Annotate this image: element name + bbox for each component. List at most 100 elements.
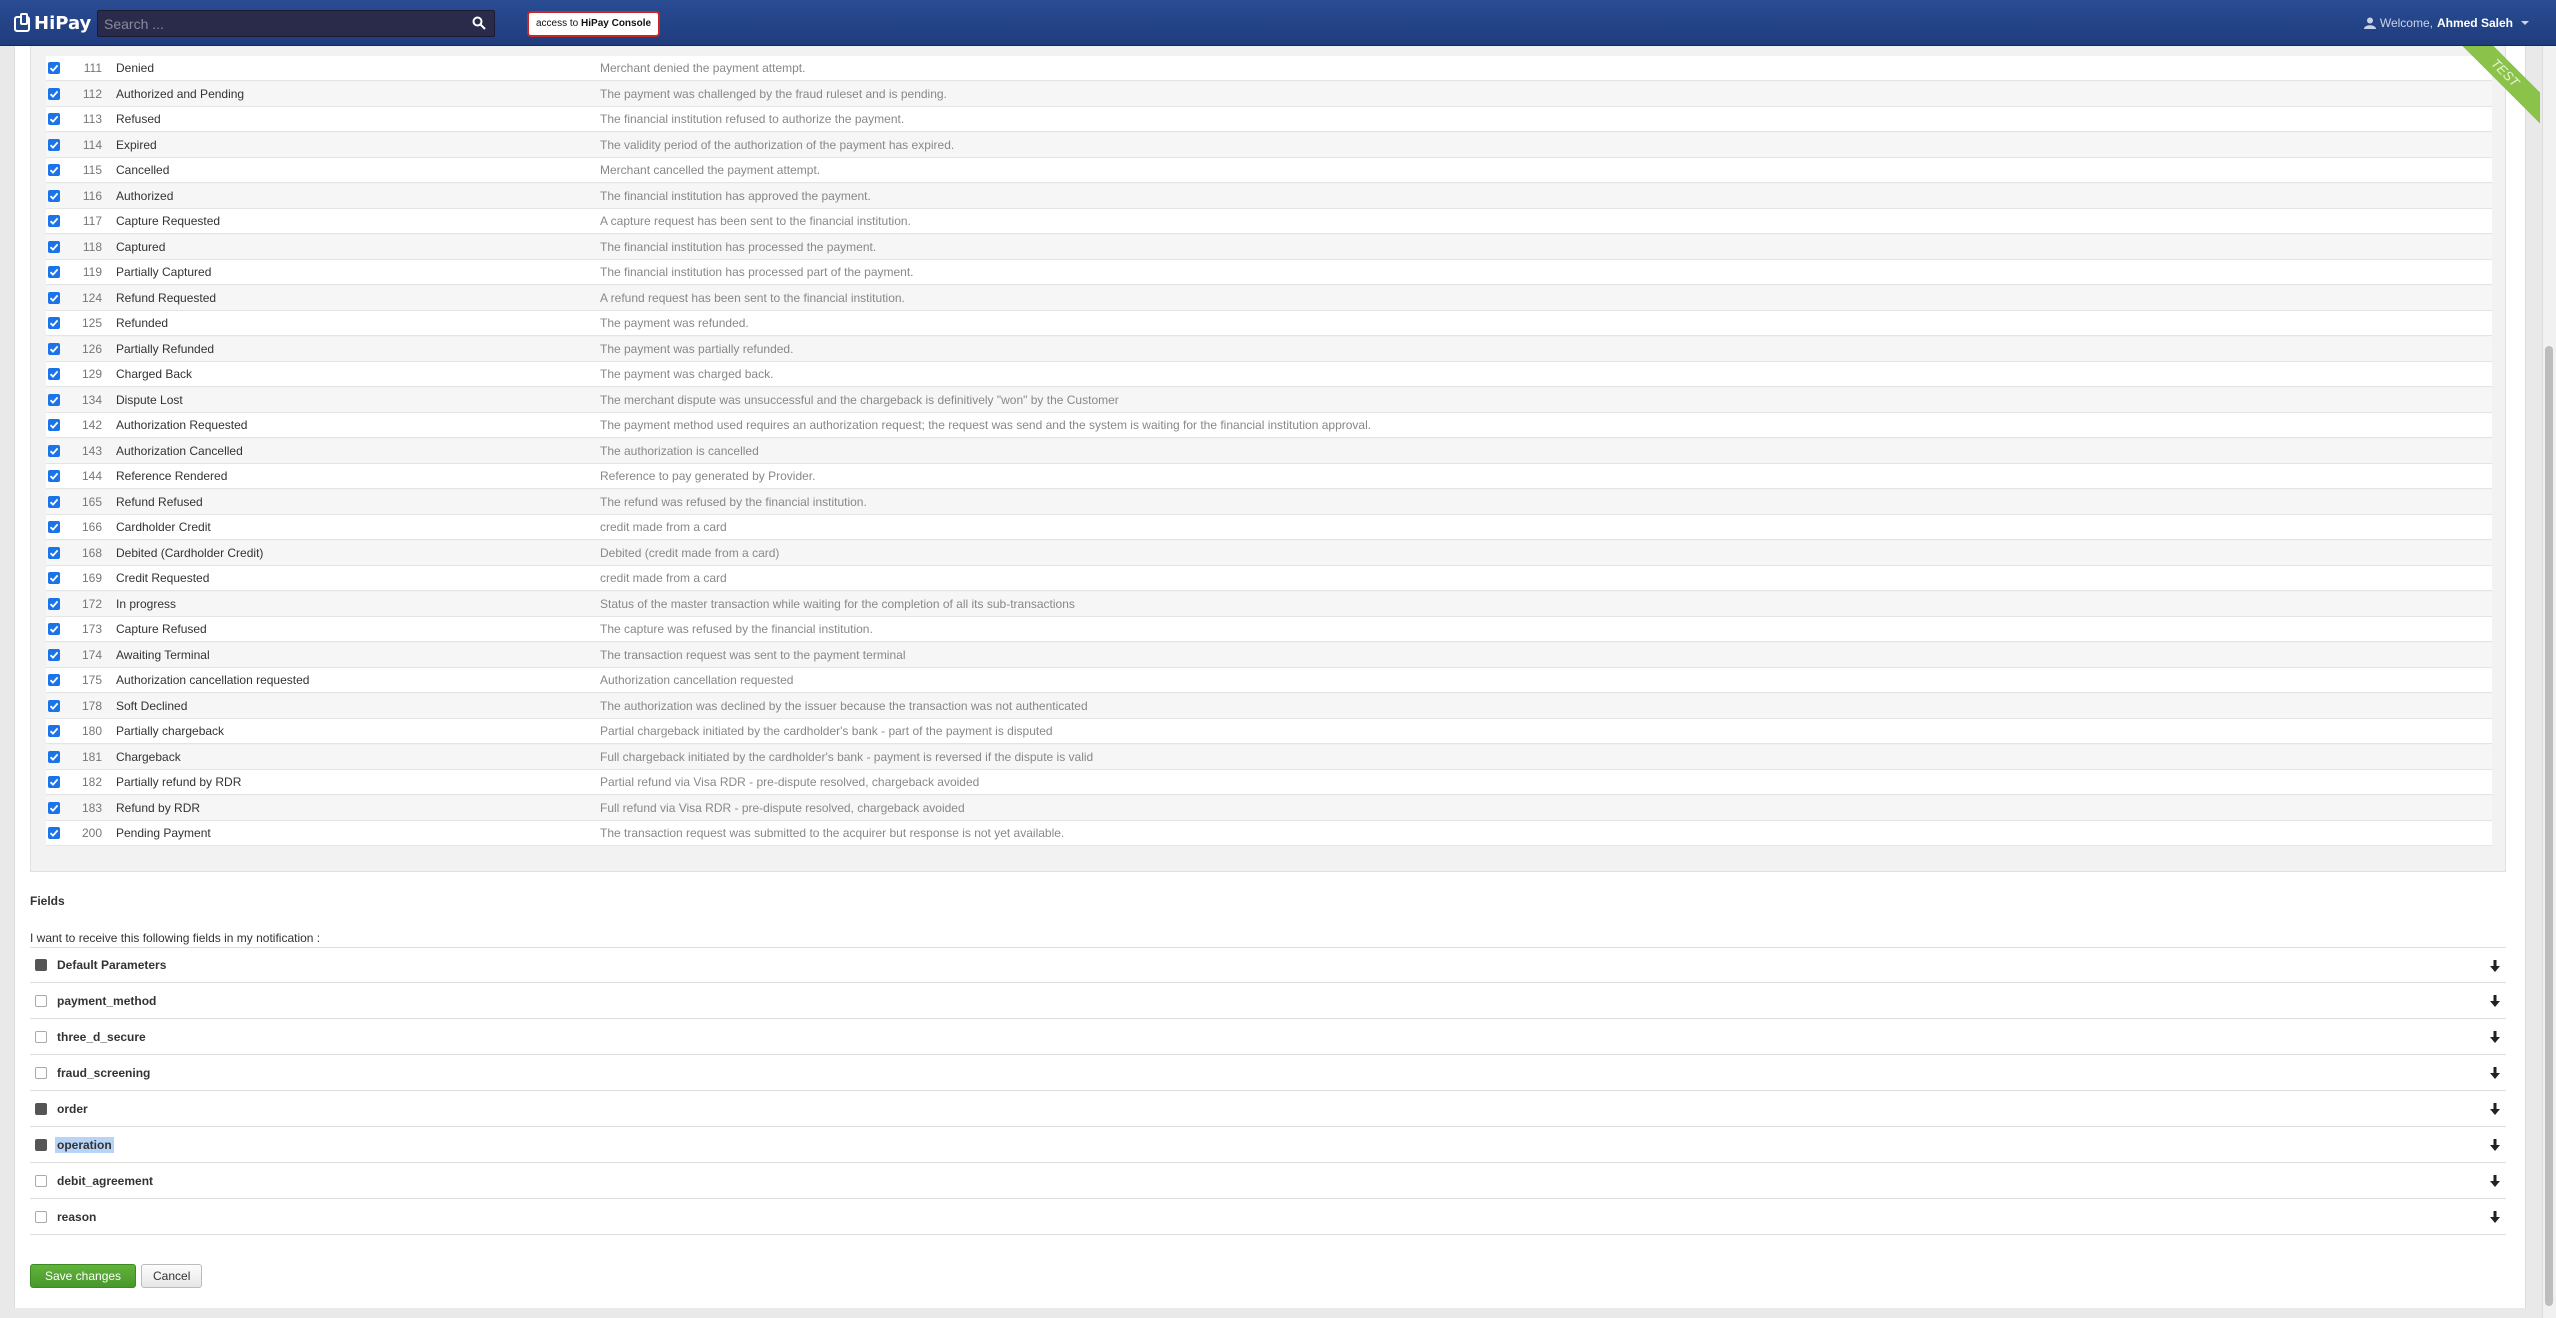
page-scrollbar[interactable] xyxy=(2542,46,2556,1318)
field-group-row[interactable]: reason xyxy=(30,1199,2506,1235)
status-description: The financial institution refused to aut… xyxy=(600,112,905,126)
status-row: 175 Authorization cancellation requested A… xyxy=(46,668,2492,693)
status-checkbox[interactable] xyxy=(48,597,60,610)
brand-logo[interactable]: HiPay xyxy=(14,12,91,34)
expand-arrow-icon[interactable] xyxy=(2490,1067,2500,1079)
status-checkbox[interactable] xyxy=(48,215,60,227)
expand-arrow-icon[interactable] xyxy=(2490,1175,2500,1187)
status-checkbox[interactable] xyxy=(48,368,60,380)
status-name: Authorization cancellation requested xyxy=(116,673,310,687)
status-checkbox[interactable] xyxy=(48,240,60,253)
status-name: Capture Requested xyxy=(116,214,221,228)
status-code: 112 xyxy=(82,86,102,101)
search-input[interactable] xyxy=(104,11,464,36)
status-checkbox[interactable] xyxy=(48,62,60,74)
status-checkbox[interactable] xyxy=(48,189,60,202)
status-row: 114 Expired The validity period of the aut… xyxy=(46,132,2492,158)
status-checkbox[interactable] xyxy=(48,801,60,814)
field-group-row[interactable]: three_d_secure xyxy=(30,1019,2506,1055)
expand-arrow-icon[interactable] xyxy=(2490,1139,2500,1151)
status-description: The authorization was declined by the is… xyxy=(600,698,1088,713)
field-group-row[interactable]: debit_agreement xyxy=(30,1163,2506,1199)
scrollbar-thumb[interactable] xyxy=(2545,346,2553,1306)
status-row: 178 Soft Declined The authorization was de… xyxy=(46,693,2492,719)
save-button[interactable]: Save changes xyxy=(30,1264,137,1288)
status-checkbox[interactable] xyxy=(48,87,60,100)
field-checkbox[interactable] xyxy=(35,1030,47,1043)
status-checkbox[interactable] xyxy=(48,164,60,176)
field-group-row[interactable]: payment_method xyxy=(30,983,2506,1019)
status-checkbox[interactable] xyxy=(48,750,60,763)
field-group-name: fraud_screening xyxy=(57,1065,151,1080)
status-description: The financial institution has approved t… xyxy=(600,188,871,203)
field-checkbox[interactable] xyxy=(35,1138,47,1151)
status-name: Partially Refunded xyxy=(116,341,215,356)
search-icon[interactable] xyxy=(472,16,486,30)
status-checkbox[interactable] xyxy=(48,623,60,635)
main-panel: 111 Denied Merchant denied the payment att… xyxy=(14,46,2526,1308)
field-group-row[interactable]: operation xyxy=(30,1127,2506,1163)
status-checkbox[interactable] xyxy=(48,776,60,788)
status-list: 111 Denied Merchant denied the payment att… xyxy=(30,46,2506,872)
status-checkbox[interactable] xyxy=(48,725,60,737)
expand-arrow-icon[interactable] xyxy=(2490,1211,2500,1223)
status-checkbox[interactable] xyxy=(48,699,60,712)
status-checkbox[interactable] xyxy=(48,342,60,355)
status-row: 181 Chargeback Full chargeback initiated b… xyxy=(46,744,2492,770)
field-checkbox[interactable] xyxy=(35,1066,47,1079)
status-checkbox[interactable] xyxy=(48,317,60,329)
status-row: 111 Denied Merchant denied the payment att… xyxy=(46,56,2492,81)
field-group-row[interactable]: fraud_screening xyxy=(30,1055,2506,1091)
expand-arrow-icon[interactable] xyxy=(2490,995,2500,1007)
status-checkbox[interactable] xyxy=(48,266,60,278)
status-description: credit made from a card xyxy=(600,571,727,585)
status-row: 144 Reference Rendered Reference to pay ge… xyxy=(46,464,2492,489)
checkmark-icon xyxy=(49,472,59,480)
checkmark-icon xyxy=(49,778,59,786)
status-checkbox[interactable] xyxy=(48,393,60,406)
status-row: 166 Cardholder Credit credit made from a c… xyxy=(46,515,2492,540)
field-checkbox[interactable] xyxy=(35,1174,47,1187)
status-checkbox[interactable] xyxy=(48,444,60,457)
field-group-name: three_d_secure xyxy=(57,1029,146,1044)
expand-arrow-icon[interactable] xyxy=(2490,960,2500,972)
field-checkbox[interactable] xyxy=(35,1102,47,1115)
status-checkbox[interactable] xyxy=(48,546,60,559)
field-checkbox[interactable] xyxy=(35,959,47,971)
field-group-name: debit_agreement xyxy=(57,1173,154,1188)
status-checkbox[interactable] xyxy=(48,470,60,482)
field-group-row[interactable]: Default Parameters xyxy=(30,947,2506,983)
status-name: Pending Payment xyxy=(116,826,211,840)
status-name: Reference Rendered xyxy=(116,469,228,483)
expand-arrow-icon[interactable] xyxy=(2490,1103,2500,1115)
user-menu[interactable]: Welcome, Ahmed Saleh xyxy=(2363,16,2529,30)
field-checkbox[interactable] xyxy=(35,994,47,1007)
status-code: 182 xyxy=(81,775,102,789)
status-checkbox[interactable] xyxy=(48,521,60,533)
status-row: 134 Dispute Lost The merchant dispute was … xyxy=(46,387,2492,413)
status-code: 181 xyxy=(81,749,102,764)
status-checkbox[interactable] xyxy=(48,291,60,304)
expand-arrow-icon[interactable] xyxy=(2490,1031,2500,1043)
status-code: 126 xyxy=(81,341,102,356)
status-checkbox[interactable] xyxy=(48,419,60,431)
console-name: HiPay Console xyxy=(581,18,652,29)
checkmark-icon xyxy=(49,727,59,735)
status-description: The capture was refused by the financial… xyxy=(600,622,873,636)
status-checkbox[interactable] xyxy=(48,827,60,839)
status-name: Partially Captured xyxy=(116,265,212,279)
status-checkbox[interactable] xyxy=(48,648,60,661)
status-code: 116 xyxy=(82,188,102,203)
status-description: The payment was partially refunded. xyxy=(600,341,794,356)
status-checkbox[interactable] xyxy=(48,138,60,151)
status-description: The payment method used requires an auth… xyxy=(600,418,1372,432)
status-row: 118 Captured The financial institution has… xyxy=(46,234,2492,260)
status-checkbox[interactable] xyxy=(48,495,60,508)
field-checkbox[interactable] xyxy=(35,1210,47,1223)
status-checkbox[interactable] xyxy=(48,572,60,584)
field-group-row[interactable]: order xyxy=(30,1091,2506,1127)
hipay-console-button[interactable]: access to HiPay Console xyxy=(527,11,661,37)
status-checkbox[interactable] xyxy=(48,113,60,125)
status-checkbox[interactable] xyxy=(48,674,60,686)
cancel-button[interactable]: Cancel xyxy=(141,1264,203,1288)
